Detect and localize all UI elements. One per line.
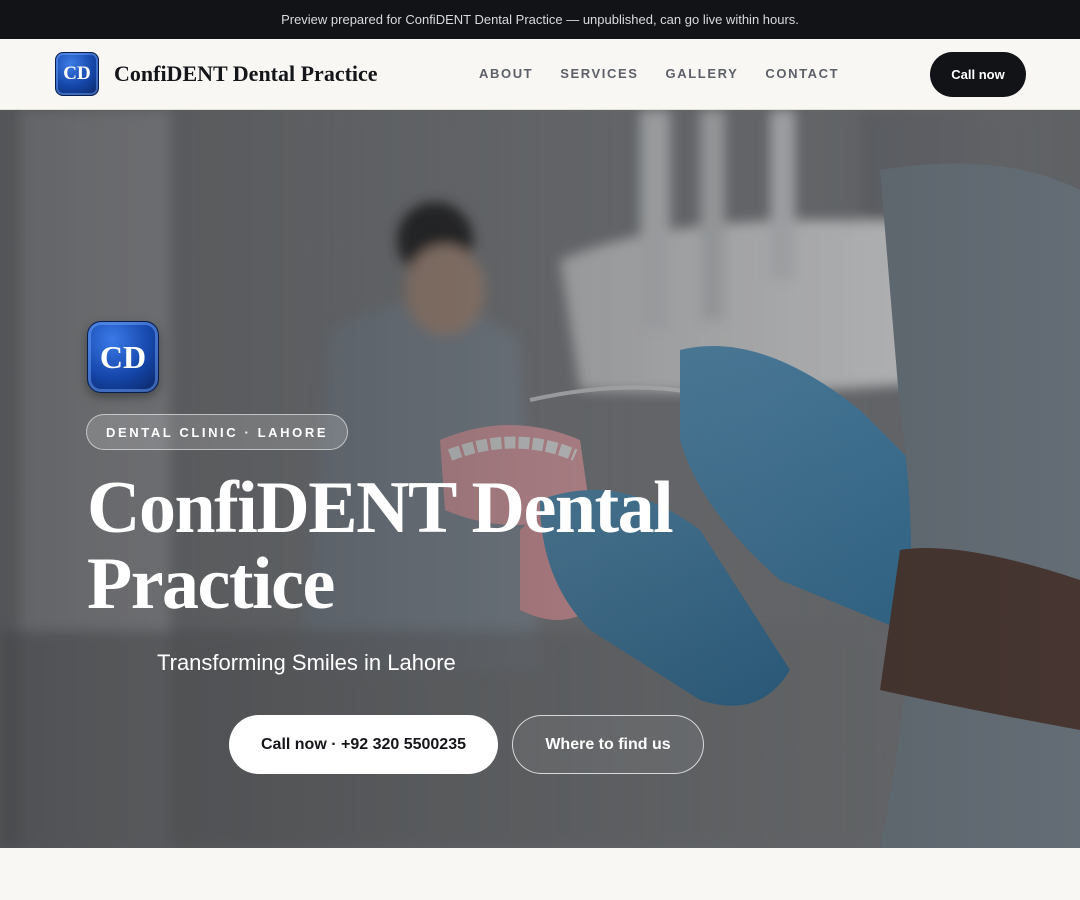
site-header: CD ConfiDENT Dental Practice ABOUT SERVI… xyxy=(0,39,1080,110)
brand-name: ConfiDENT Dental Practice xyxy=(114,61,378,86)
hero-subtitle: Transforming Smiles in Lahore xyxy=(157,650,456,675)
main-menu: ABOUT SERVICES GALLERY CONTACT xyxy=(479,66,839,81)
nav-gallery[interactable]: GALLERY xyxy=(666,66,739,81)
call-now-button[interactable]: Call now xyxy=(930,52,1026,97)
call-phone-button[interactable]: Call now · +92 320 5500235 xyxy=(229,715,498,774)
nav-about[interactable]: ABOUT xyxy=(479,66,533,81)
hero-logo: CD xyxy=(87,321,159,393)
hero-section: CD DENTAL CLINIC · LAHORE ConfiDENT Dent… xyxy=(0,110,1080,848)
nav-services[interactable]: SERVICES xyxy=(560,66,638,81)
find-us-button[interactable]: Where to find us xyxy=(512,715,704,774)
brand-logo: CD xyxy=(55,52,99,96)
brand[interactable]: CD ConfiDENT Dental Practice xyxy=(55,52,378,96)
hero-title: ConfiDENT Dental Practice xyxy=(87,467,674,625)
preview-banner: Preview prepared for ConfiDENT Dental Pr… xyxy=(0,0,1080,39)
nav-contact[interactable]: CONTACT xyxy=(765,66,839,81)
location-badge: DENTAL CLINIC · LAHORE xyxy=(86,414,349,450)
